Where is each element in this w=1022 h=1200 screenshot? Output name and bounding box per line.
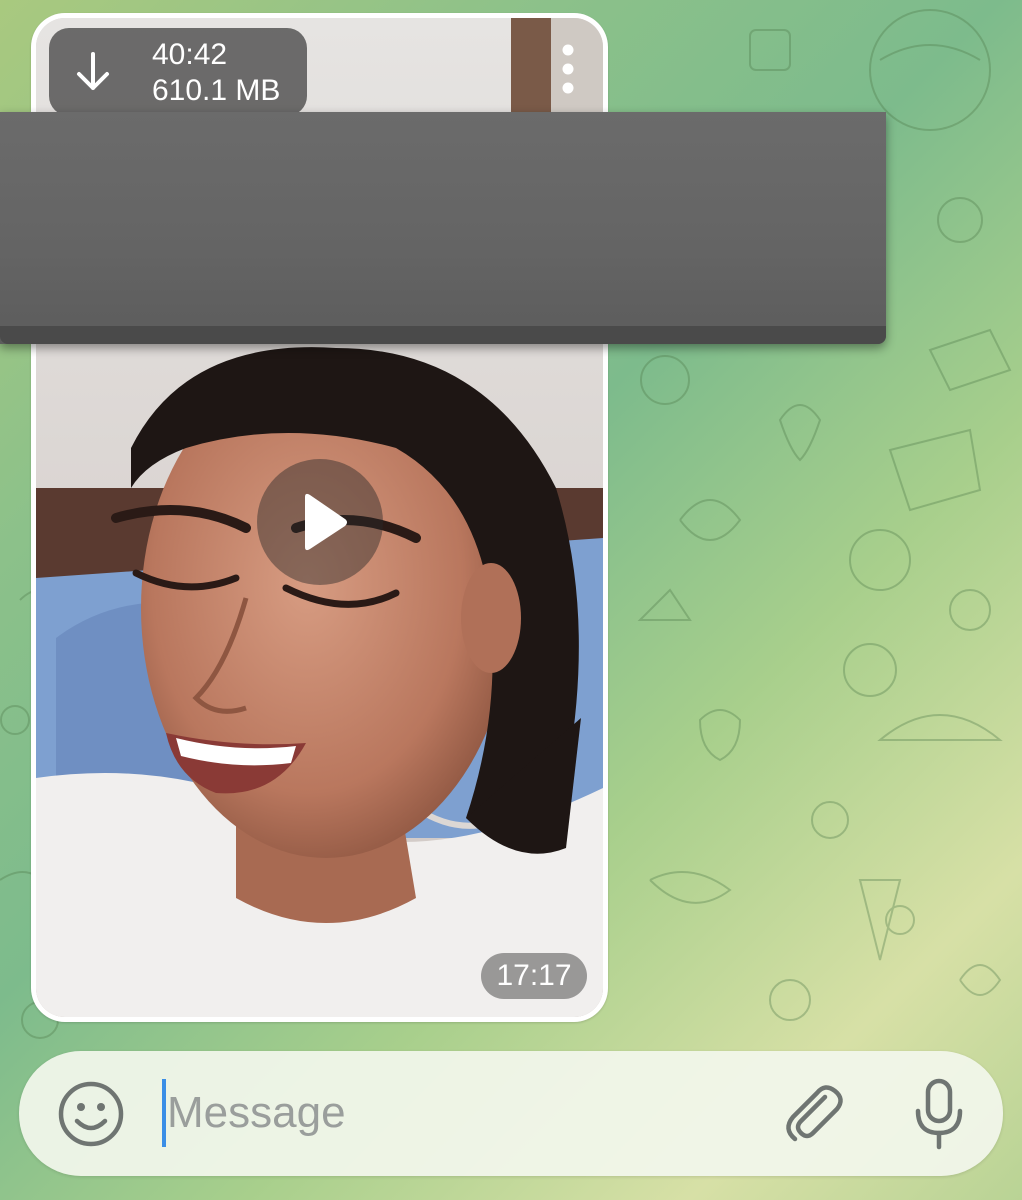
play-icon [305,493,347,551]
file-size: 610.1 MB [152,74,281,107]
more-vertical-icon[interactable] [556,44,580,94]
microphone-icon[interactable] [906,1077,972,1151]
message-timestamp: 17:17 [481,953,587,999]
video-duration: 40:42 [152,38,228,71]
redaction-overlay [0,112,886,344]
message-composer [19,1051,1003,1176]
download-badge[interactable]: 40:42 610.1 MB [49,28,307,116]
arrow-down-icon[interactable] [75,52,111,92]
paperclip-icon[interactable] [781,1081,847,1147]
text-cursor [162,1079,166,1147]
play-button[interactable] [257,459,383,585]
message-input[interactable] [167,1073,767,1153]
smiley-icon[interactable] [56,1079,126,1149]
